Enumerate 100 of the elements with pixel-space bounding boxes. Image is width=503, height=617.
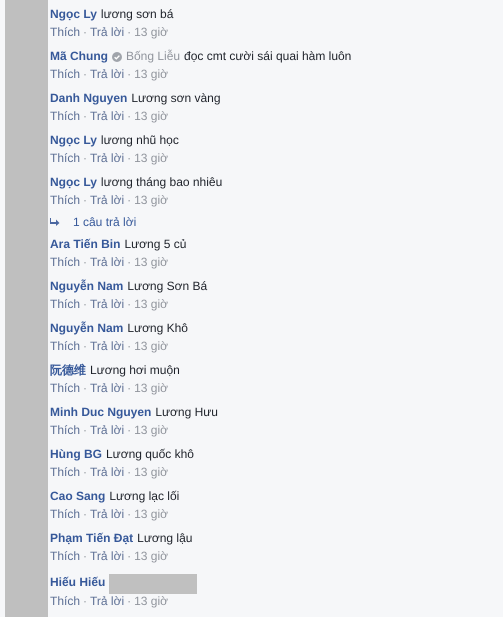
separator-dot: · xyxy=(127,464,132,481)
separator-dot: · xyxy=(83,296,88,313)
comment-text: Lương lạc lối xyxy=(109,488,180,505)
comment-text: Lương Hưu xyxy=(155,404,218,421)
timestamp: 13 giờ xyxy=(134,192,168,209)
author-name[interactable]: Ngọc Ly xyxy=(50,6,97,23)
separator-dot: · xyxy=(83,593,88,610)
timestamp: 13 giờ xyxy=(134,254,168,271)
separator-dot: · xyxy=(83,150,88,167)
reply-link[interactable]: Trả lời xyxy=(90,254,124,271)
comment-text: Lương hơi muộn xyxy=(90,362,180,379)
author-name[interactable]: Ara Tiến Bin xyxy=(50,236,120,253)
reply-link[interactable]: Trả lời xyxy=(90,66,124,83)
separator-dot: · xyxy=(127,108,132,125)
timestamp: 13 giờ xyxy=(134,548,168,565)
separator-dot: · xyxy=(127,593,132,610)
comment-text: lương sơn bá xyxy=(100,6,174,23)
timestamp: 13 giờ xyxy=(134,338,168,355)
separator-dot: · xyxy=(127,296,132,313)
comment-text: Lương lậu xyxy=(137,530,192,547)
reply-link[interactable]: Trả lời xyxy=(90,380,124,397)
like-link[interactable]: Thích xyxy=(50,548,80,565)
comment-text: Lương Sơn Bá xyxy=(127,278,208,295)
timestamp: 13 giờ xyxy=(134,296,168,313)
separator-dot: · xyxy=(83,254,88,271)
author-name[interactable]: Danh Nguyen xyxy=(50,90,128,107)
author-name[interactable]: Cao Sang xyxy=(50,488,106,505)
separator-dot: · xyxy=(127,24,132,41)
like-link[interactable]: Thích xyxy=(50,66,80,83)
comment-text: đọc cmt cười sái quai hàm luôn xyxy=(184,48,352,65)
separator-dot: · xyxy=(83,380,88,397)
like-link[interactable]: Thích xyxy=(50,24,80,41)
reply-link[interactable]: Trả lời xyxy=(90,108,124,125)
timestamp: 13 giờ xyxy=(134,24,168,41)
like-link[interactable]: Thích xyxy=(50,192,80,209)
timestamp: 13 giờ xyxy=(134,422,168,439)
separator-dot: · xyxy=(127,548,132,565)
like-link[interactable]: Thích xyxy=(50,338,80,355)
timestamp: 13 giờ xyxy=(134,464,168,481)
author-name[interactable]: Nguyễn Nam xyxy=(50,278,124,295)
timestamp: 13 giờ xyxy=(134,593,168,610)
like-link[interactable]: Thích xyxy=(50,380,80,397)
reply-link[interactable]: Trả lời xyxy=(90,338,124,355)
mention-link[interactable]: Bống Liễu xyxy=(126,48,180,65)
comment-text: lương nhũ học xyxy=(100,132,179,149)
separator-dot: · xyxy=(83,464,88,481)
like-link[interactable]: Thích xyxy=(50,108,80,125)
reply-link[interactable]: Trả lời xyxy=(90,296,124,313)
like-link[interactable]: Thích xyxy=(50,150,80,167)
author-name[interactable]: Hùng BG xyxy=(50,446,102,463)
separator-dot: · xyxy=(127,150,132,167)
separator-dot: · xyxy=(83,338,88,355)
author-name[interactable]: 阮德维 xyxy=(50,362,86,379)
timestamp: 13 giờ xyxy=(134,108,168,125)
separator-dot: · xyxy=(127,380,132,397)
comment-text: Lương 5 củ xyxy=(124,236,186,253)
comment-text: Lương sơn vàng xyxy=(131,90,220,107)
author-name[interactable]: Hiếu Hiếu xyxy=(50,574,106,590)
separator-dot: · xyxy=(83,422,88,439)
author-name[interactable]: Ngọc Ly xyxy=(50,132,97,149)
separator-dot: · xyxy=(83,66,88,83)
separator-dot: · xyxy=(127,66,132,83)
like-link[interactable]: Thích xyxy=(50,296,80,313)
reply-link[interactable]: Trả lời xyxy=(90,150,124,167)
like-link[interactable]: Thích xyxy=(50,254,80,271)
replies-link[interactable]: 1 câu trả lời xyxy=(73,215,136,229)
separator-dot: · xyxy=(127,506,132,523)
author-name[interactable]: Mã Chung xyxy=(50,48,108,65)
separator-dot: · xyxy=(83,506,88,523)
reply-link[interactable]: Trả lời xyxy=(90,192,124,209)
like-link[interactable]: Thích xyxy=(50,506,80,523)
reply-link[interactable]: Trả lời xyxy=(90,506,124,523)
reply-arrow-icon xyxy=(50,218,60,226)
like-link[interactable]: Thích xyxy=(50,464,80,481)
author-name[interactable]: Nguyễn Nam xyxy=(50,320,124,337)
separator-dot: · xyxy=(127,338,132,355)
like-link[interactable]: Thích xyxy=(50,593,80,610)
separator-dot: · xyxy=(127,254,132,271)
separator-dot: · xyxy=(83,548,88,565)
separator-dot: · xyxy=(83,192,88,209)
separator-dot: · xyxy=(83,108,88,125)
comment-text: Lương quốc khô xyxy=(106,446,194,463)
reply-link[interactable]: Trả lời xyxy=(90,548,124,565)
reply-link[interactable]: Trả lời xyxy=(90,593,124,610)
like-link[interactable]: Thích xyxy=(50,422,80,439)
separator-dot: · xyxy=(127,422,132,439)
separator-dot: · xyxy=(83,24,88,41)
timestamp: 13 giờ xyxy=(134,380,168,397)
reply-link[interactable]: Trả lời xyxy=(90,422,124,439)
separator-dot: · xyxy=(127,192,132,209)
comment-text: Lương Khô xyxy=(127,320,188,337)
author-name[interactable]: Minh Duc Nguyen xyxy=(50,404,152,421)
reply-link[interactable]: Trả lời xyxy=(90,464,124,481)
timestamp: 13 giờ xyxy=(134,506,168,523)
timestamp: 13 giờ xyxy=(134,66,168,83)
timestamp: 13 giờ xyxy=(134,150,168,167)
reply-link[interactable]: Trả lời xyxy=(90,24,124,41)
comment-text: lương tháng bao nhiêu xyxy=(100,174,222,191)
author-name[interactable]: Phạm Tiến Đạt xyxy=(50,530,134,547)
author-name[interactable]: Ngọc Ly xyxy=(50,174,97,191)
